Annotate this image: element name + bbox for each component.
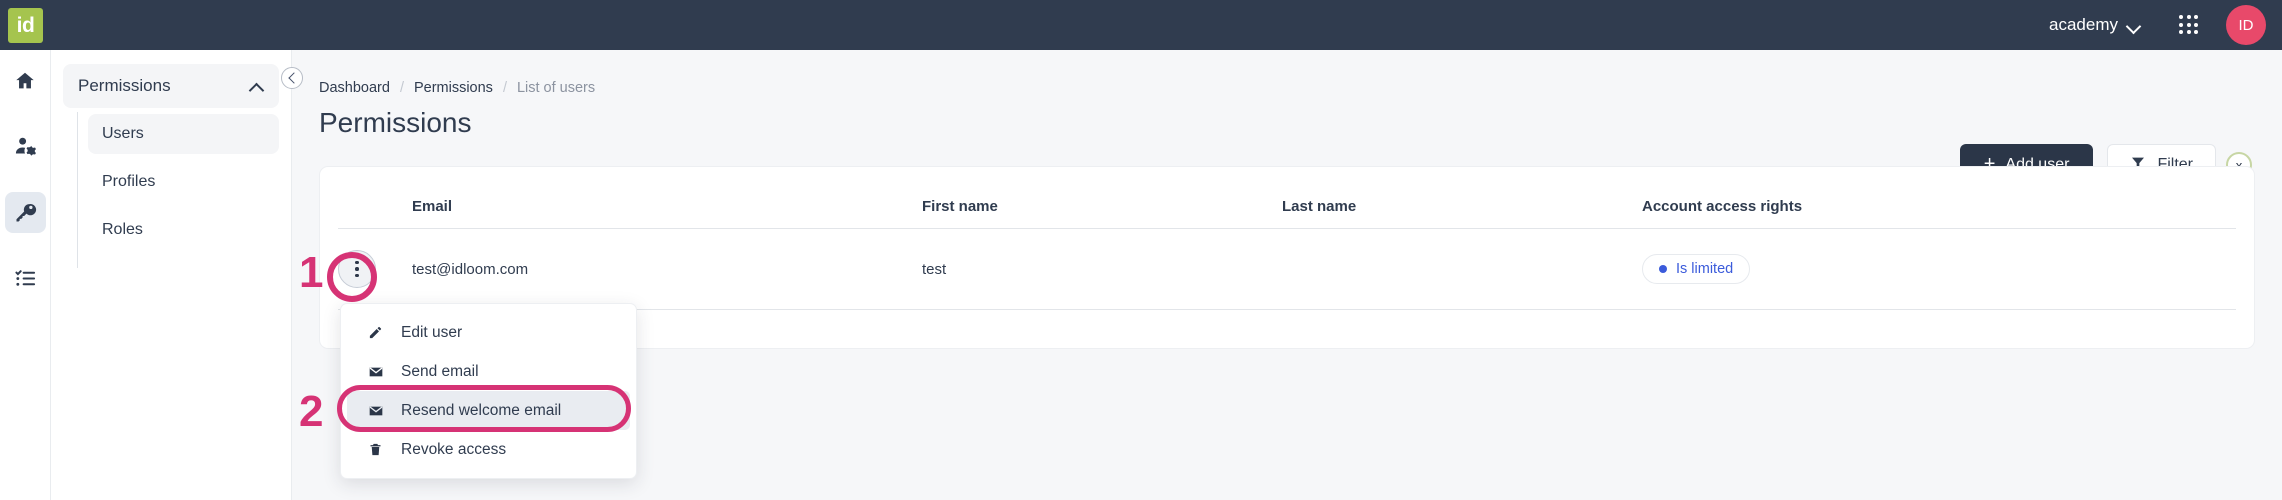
cell-email: test@idloom.com <box>412 228 922 310</box>
home-icon <box>14 70 36 92</box>
user-gear-icon <box>14 135 37 158</box>
row-actions-dropdown: Edit user Send email Resend welcome emai… <box>340 303 637 479</box>
icon-rail <box>0 50 51 500</box>
grid-dot <box>2186 30 2191 35</box>
cell-last-name <box>1282 228 1642 310</box>
annotation-step-2: 2 <box>299 387 324 436</box>
grid-dot <box>2194 30 2199 35</box>
sidebar-item-roles[interactable]: Roles <box>88 210 279 250</box>
status-dot-icon <box>1659 265 1667 273</box>
table-row: test@idloom.com test Is limited <box>338 228 2236 310</box>
checklist-icon <box>14 267 37 290</box>
column-first-name: First name <box>922 185 1282 229</box>
table-header-row: Email First name Last name Account acces… <box>338 185 2236 229</box>
menu-item-send-email[interactable]: Send email <box>347 352 630 391</box>
breadcrumb-item-permissions[interactable]: Permissions <box>414 80 493 96</box>
breadcrumb-item-dashboard[interactable]: Dashboard <box>319 80 390 96</box>
kebab-dot <box>355 260 359 265</box>
secondary-sidebar: Permissions Users Profiles Roles <box>51 50 292 500</box>
rail-item-home[interactable] <box>5 60 46 101</box>
users-table: Email First name Last name Account acces… <box>338 185 2236 310</box>
cell-first-name: test <box>922 228 1282 310</box>
avatar[interactable]: ID <box>2226 5 2266 45</box>
grid-dot <box>2179 30 2183 35</box>
sidebar-item-users[interactable]: Users <box>88 114 279 154</box>
application-window: id academy ID Permissions Users Profiles… <box>0 0 2282 500</box>
key-icon <box>14 201 37 224</box>
cell-access-rights: Is limited <box>1642 228 2236 310</box>
account-name-label: academy <box>2049 15 2118 34</box>
chevron-left-icon <box>289 74 297 82</box>
trash-icon <box>367 442 384 457</box>
sidebar-sub-items: Users Profiles Roles <box>77 112 279 268</box>
sidebar-section-permissions[interactable]: Permissions <box>63 64 279 108</box>
sidebar-item-label: Roles <box>102 221 143 238</box>
page-title: Permissions <box>319 107 472 138</box>
sidebar-item-profiles[interactable]: Profiles <box>88 162 279 202</box>
column-account-access-rights: Account access rights <box>1642 185 2236 229</box>
grid-dot <box>2179 15 2183 19</box>
table-body: test@idloom.com test Is limited <box>338 228 2236 310</box>
chevron-up-icon <box>250 82 264 91</box>
account-switcher[interactable]: academy <box>2039 9 2150 41</box>
kebab-menu-icon[interactable] <box>338 250 376 288</box>
grid-dot <box>2186 15 2191 19</box>
row-actions-cell <box>338 228 412 310</box>
rail-item-permissions[interactable] <box>4 192 46 233</box>
menu-item-revoke-access[interactable]: Revoke access <box>347 430 630 469</box>
menu-item-edit-user[interactable]: Edit user <box>347 313 630 352</box>
menu-item-label: Revoke access <box>401 440 507 458</box>
kebab-dot <box>355 273 359 278</box>
table-header: Email First name Last name Account acces… <box>338 185 2236 229</box>
breadcrumb-item-list-of-users: List of users <box>516 80 596 96</box>
chevron-down-icon <box>2127 21 2140 29</box>
rail-item-account-management[interactable] <box>5 126 46 167</box>
topbar-right-group: academy ID <box>2039 5 2282 45</box>
sidebar-collapse-button[interactable] <box>281 67 303 89</box>
grid-dot <box>2179 22 2183 27</box>
pencil-icon <box>367 325 384 340</box>
envelope-icon <box>367 403 384 419</box>
menu-item-resend-welcome-email[interactable]: Resend welcome email <box>347 391 630 430</box>
kebab-dot <box>355 267 359 271</box>
breadcrumb: Dashboard / Permissions / List of users <box>319 80 2255 96</box>
grid-dot <box>2194 22 2199 27</box>
sidebar-item-label: Profiles <box>102 173 156 190</box>
top-navigation-bar: id academy ID <box>0 0 2282 50</box>
grid-dot <box>2186 22 2191 27</box>
status-badge: Is limited <box>1642 254 1751 284</box>
sidebar-item-label: Users <box>102 125 144 142</box>
grid-dot <box>2194 15 2199 19</box>
rail-item-tasks[interactable] <box>5 258 46 299</box>
app-logo[interactable]: id <box>8 7 43 43</box>
menu-item-label: Edit user <box>401 323 463 341</box>
page-header: Dashboard / Permissions / List of users … <box>292 50 2282 186</box>
app-grid-icon[interactable] <box>2172 8 2206 42</box>
annotation-step-1: 1 <box>299 248 324 297</box>
sidebar-section-label: Permissions <box>78 76 171 95</box>
column-actions <box>338 185 412 229</box>
status-badge-label: Is limited <box>1676 261 1734 277</box>
menu-item-label: Resend welcome email <box>401 401 562 419</box>
breadcrumb-separator: / <box>399 80 404 96</box>
column-email: Email <box>412 185 922 229</box>
column-last-name: Last name <box>1282 185 1642 229</box>
menu-item-label: Send email <box>401 362 479 380</box>
breadcrumb-separator: / <box>502 80 507 96</box>
envelope-icon <box>367 364 384 380</box>
